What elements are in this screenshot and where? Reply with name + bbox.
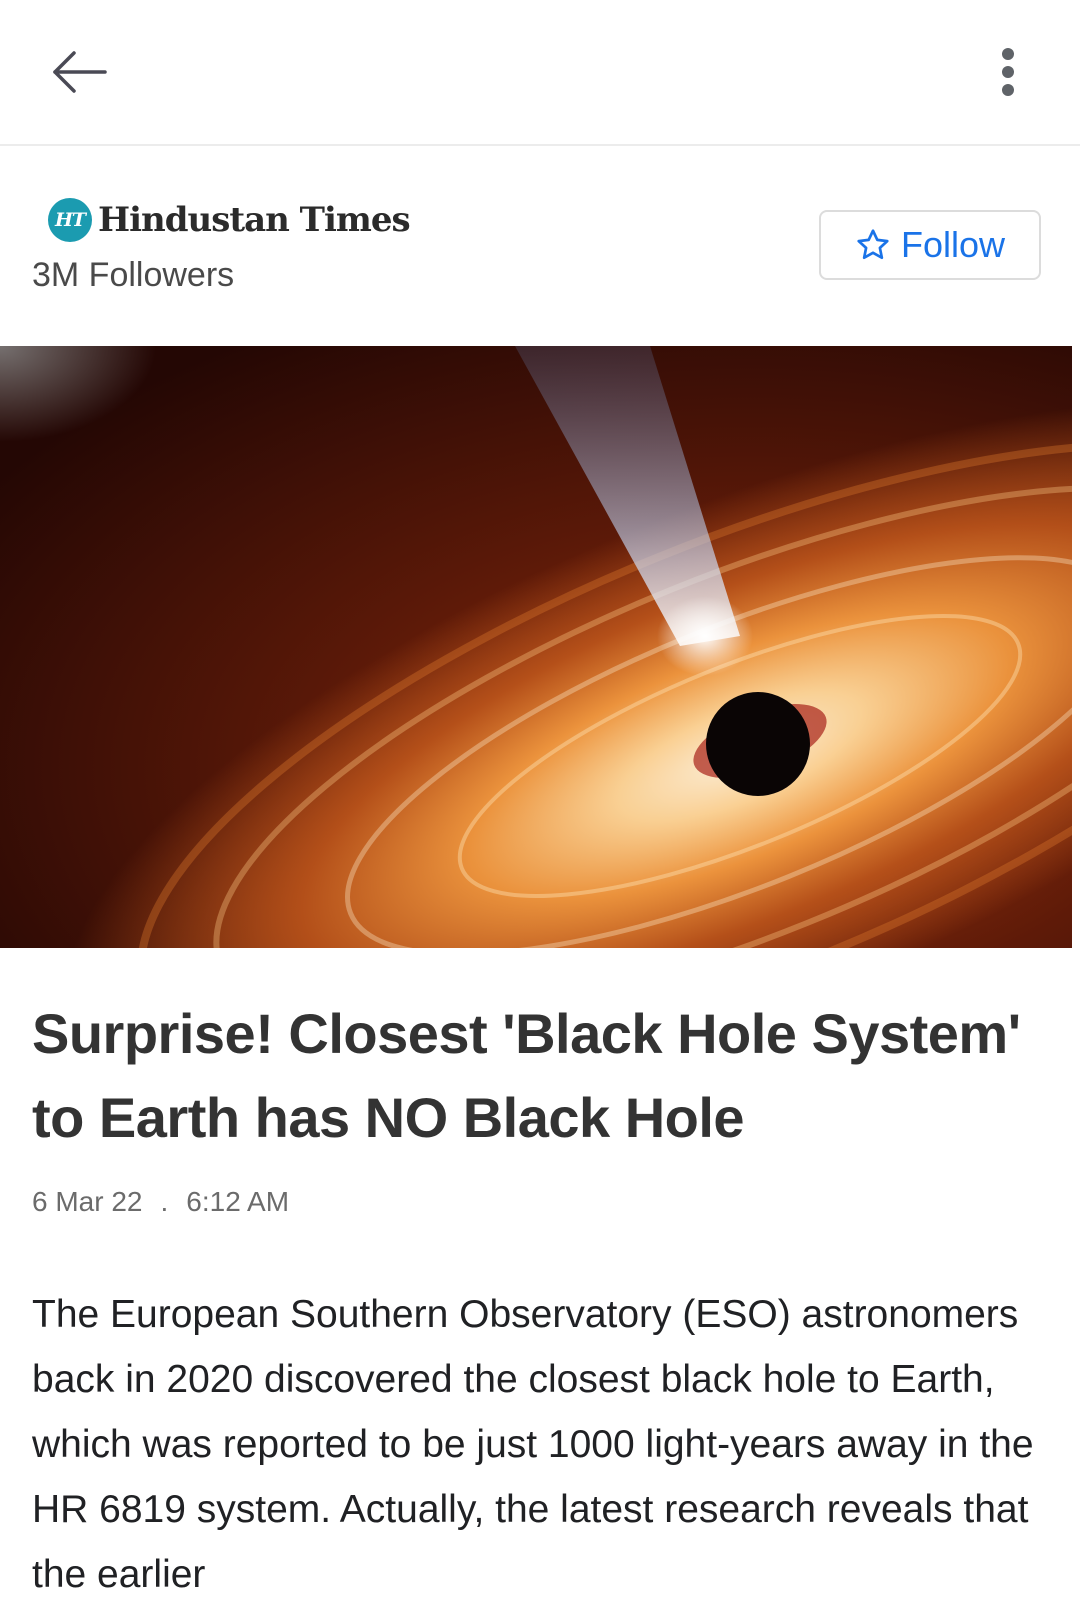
- meta-separator: .: [160, 1186, 169, 1217]
- top-app-bar: [0, 0, 1080, 146]
- article-body: The European Southern Observatory (ESO) …: [32, 1293, 1034, 1596]
- publisher-logo[interactable]: HT Hindustan Times: [48, 194, 411, 246]
- article-date: 6 Mar 22: [32, 1186, 143, 1217]
- followers-count: 3M Followers: [32, 256, 235, 294]
- star-outline-icon: [857, 229, 889, 260]
- article-time: 6:12 AM: [186, 1186, 290, 1217]
- vertical-dots-icon: [1002, 48, 1014, 96]
- article-meta: 6 Mar 22 . 6:12 AM: [32, 1186, 289, 1218]
- back-button[interactable]: [40, 36, 120, 108]
- more-options-button[interactable]: [976, 40, 1040, 104]
- follow-button[interactable]: Follow: [819, 210, 1041, 280]
- arrow-left-icon: [53, 51, 107, 93]
- publisher-section: HT Hindustan Times 3M Followers Follow: [0, 146, 1080, 348]
- black-hole-illustration: [0, 346, 1072, 948]
- article-headline: Surprise! Closest 'Black Hole System' to…: [32, 1002, 1021, 1149]
- ht-badge-icon: HT: [48, 198, 92, 242]
- article-hero-image: [0, 346, 1072, 948]
- follow-label: Follow: [900, 224, 1006, 265]
- publisher-name: Hindustan Times: [98, 200, 411, 240]
